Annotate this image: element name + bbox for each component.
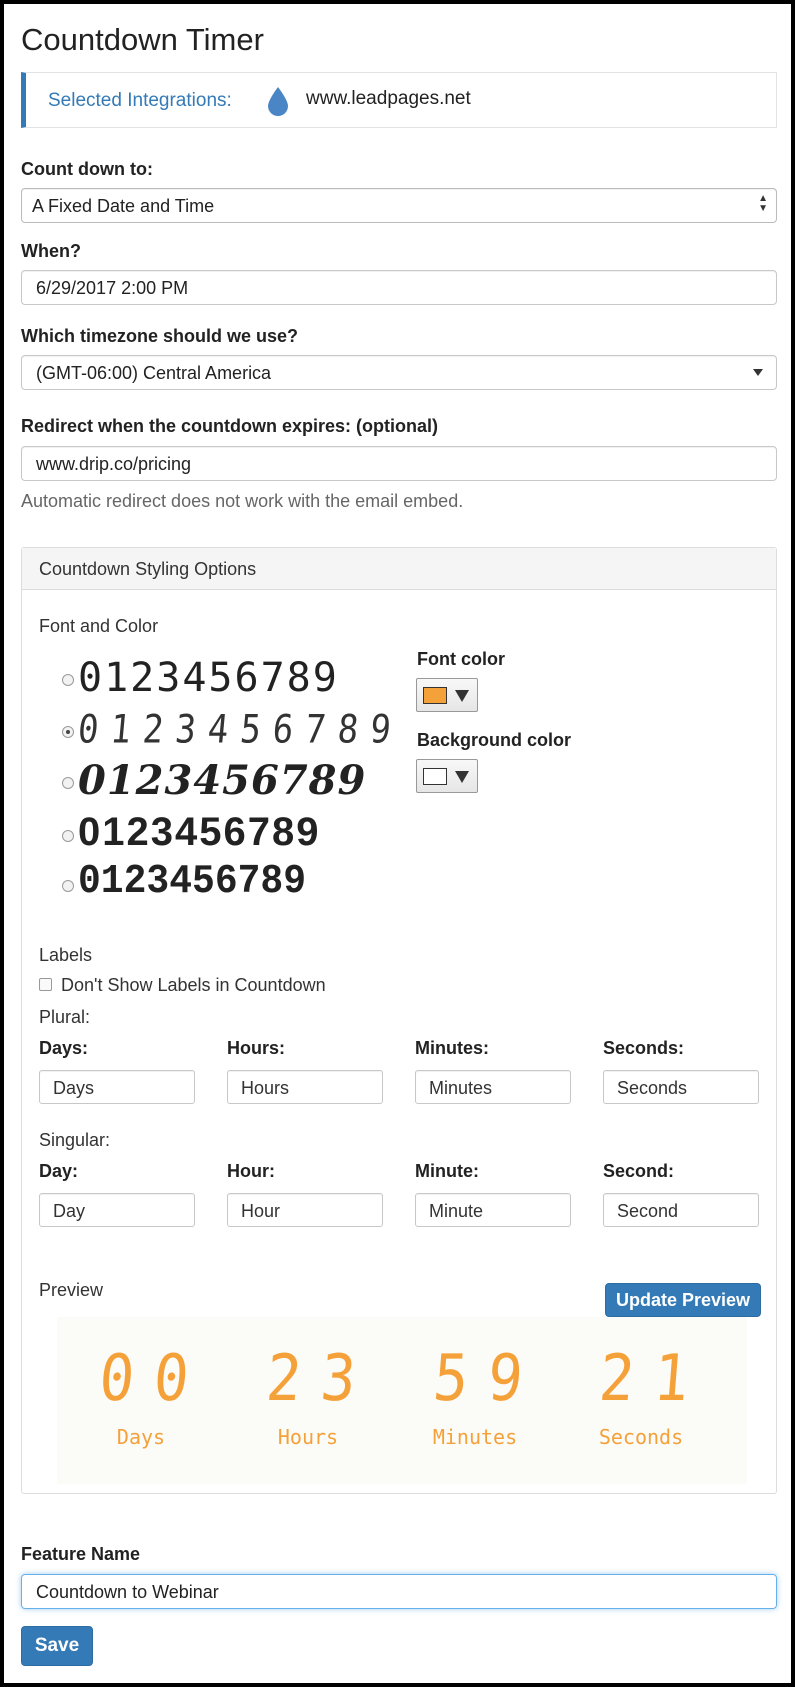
plural-minutes-label: Minutes: <box>415 1038 489 1058</box>
page-title: Countdown Timer <box>21 22 264 57</box>
font-color-label: Font color <box>417 649 505 669</box>
styling-panel: Countdown Styling Options Font and Color… <box>21 547 777 1494</box>
background-color-label: Background color <box>417 730 572 750</box>
background-color-picker[interactable] <box>416 759 478 793</box>
preview-days-digits: 00 <box>96 1342 212 1416</box>
select-arrows-icon: ▲ ▼ <box>758 193 768 214</box>
font-option-1-radio[interactable] <box>62 674 74 686</box>
plural-hours-input[interactable]: Hours <box>227 1070 383 1104</box>
preview-hours-label: Hours <box>277 1425 339 1449</box>
redirect-value: www.drip.co/pricing <box>36 454 192 474</box>
font-sample-5[interactable]: 0123456789 <box>78 858 306 904</box>
singular-day-input[interactable]: Day <box>39 1193 195 1227</box>
count-down-to-label: Count down to: <box>21 159 153 179</box>
background-color-swatch <box>423 768 447 785</box>
hide-labels-checkbox[interactable] <box>39 978 52 991</box>
redirect-input[interactable]: www.drip.co/pricing <box>21 446 777 481</box>
update-preview-button[interactable]: Update Preview <box>605 1283 761 1317</box>
font-sample-1[interactable]: 0123456789 <box>78 655 339 701</box>
font-and-color-label: Font and Color <box>39 616 159 636</box>
labels-heading: Labels <box>39 945 93 965</box>
countdown-preview: 00 23 59 21 Days Hours Minutes Seconds <box>57 1317 747 1484</box>
integrations-label: Selected Integrations: <box>48 90 232 111</box>
font-color-swatch <box>423 687 447 704</box>
timezone-label: Which timezone should we use? <box>21 326 299 346</box>
selected-integrations-bar: Selected Integrations: www.leadpages.net <box>21 72 777 128</box>
caret-down-icon <box>455 690 469 702</box>
preview-minutes-label: Minutes <box>432 1425 518 1449</box>
font-sample-4[interactable]: 0123456789 <box>78 810 320 855</box>
font-sample-3[interactable]: 0123456789 <box>78 757 366 804</box>
redirect-help-text: Automatic redirect does not work with th… <box>21 491 464 511</box>
feature-name-label: Feature Name <box>21 1544 141 1564</box>
preview-seconds-label: Seconds <box>598 1425 684 1449</box>
when-label: When? <box>21 241 81 261</box>
save-button[interactable]: Save <box>21 1626 93 1666</box>
when-value: 6/29/2017 2:00 PM <box>36 278 189 298</box>
hide-labels-label[interactable]: Don't Show Labels in Countdown <box>61 975 326 996</box>
preview-minutes-digits: 59 <box>430 1342 546 1416</box>
preview-days-label: Days <box>116 1425 166 1449</box>
plural-heading: Plural: <box>39 1007 91 1027</box>
timezone-select[interactable]: (GMT-06:00) Central America <box>21 355 777 390</box>
font-option-2-radio[interactable] <box>62 726 74 738</box>
preview-hours-digits: 23 <box>263 1342 379 1416</box>
timezone-value: (GMT-06:00) Central America <box>36 363 272 383</box>
singular-hour-input[interactable]: Hour <box>227 1193 383 1227</box>
singular-second-label: Second: <box>603 1161 675 1181</box>
singular-hour-label: Hour: <box>227 1161 275 1181</box>
singular-minute-label: Minute: <box>415 1161 479 1181</box>
singular-day-label: Day: <box>39 1161 79 1181</box>
preview-heading: Preview <box>39 1280 104 1300</box>
when-input[interactable]: 6/29/2017 2:00 PM <box>21 270 777 305</box>
integration-site: www.leadpages.net <box>306 88 471 109</box>
count-down-to-select[interactable]: A Fixed Date and Time ▲ ▼ <box>21 188 777 223</box>
redirect-label: Redirect when the countdown expires: (op… <box>21 416 439 436</box>
font-option-4-radio[interactable] <box>62 830 74 842</box>
chevron-down-icon <box>753 369 763 376</box>
font-color-picker[interactable] <box>416 678 478 712</box>
singular-minute-input[interactable]: Minute <box>415 1193 571 1227</box>
plural-days-input[interactable]: Days <box>39 1070 195 1104</box>
caret-down-icon <box>455 771 469 783</box>
plural-seconds-input[interactable]: Seconds <box>603 1070 759 1104</box>
plural-hours-label: Hours: <box>227 1038 285 1058</box>
preview-seconds-digits: 21 <box>596 1342 712 1416</box>
plural-seconds-label: Seconds: <box>603 1038 685 1058</box>
plural-days-label: Days: <box>39 1038 89 1058</box>
styling-panel-heading: Countdown Styling Options <box>22 548 776 590</box>
drop-icon <box>266 86 290 121</box>
font-option-3-radio[interactable] <box>62 777 74 789</box>
font-sample-2[interactable]: 0123456789 <box>76 707 405 753</box>
singular-second-input[interactable]: Second <box>603 1193 759 1227</box>
feature-name-value: Countdown to Webinar <box>36 1582 219 1602</box>
feature-name-input[interactable]: Countdown to Webinar <box>21 1574 777 1609</box>
font-option-5-radio[interactable] <box>62 880 74 892</box>
singular-heading: Singular: <box>39 1130 111 1150</box>
plural-minutes-input[interactable]: Minutes <box>415 1070 571 1104</box>
count-down-to-value: A Fixed Date and Time <box>32 196 215 216</box>
page-frame: Countdown Timer Selected Integrations: w… <box>0 0 795 1687</box>
